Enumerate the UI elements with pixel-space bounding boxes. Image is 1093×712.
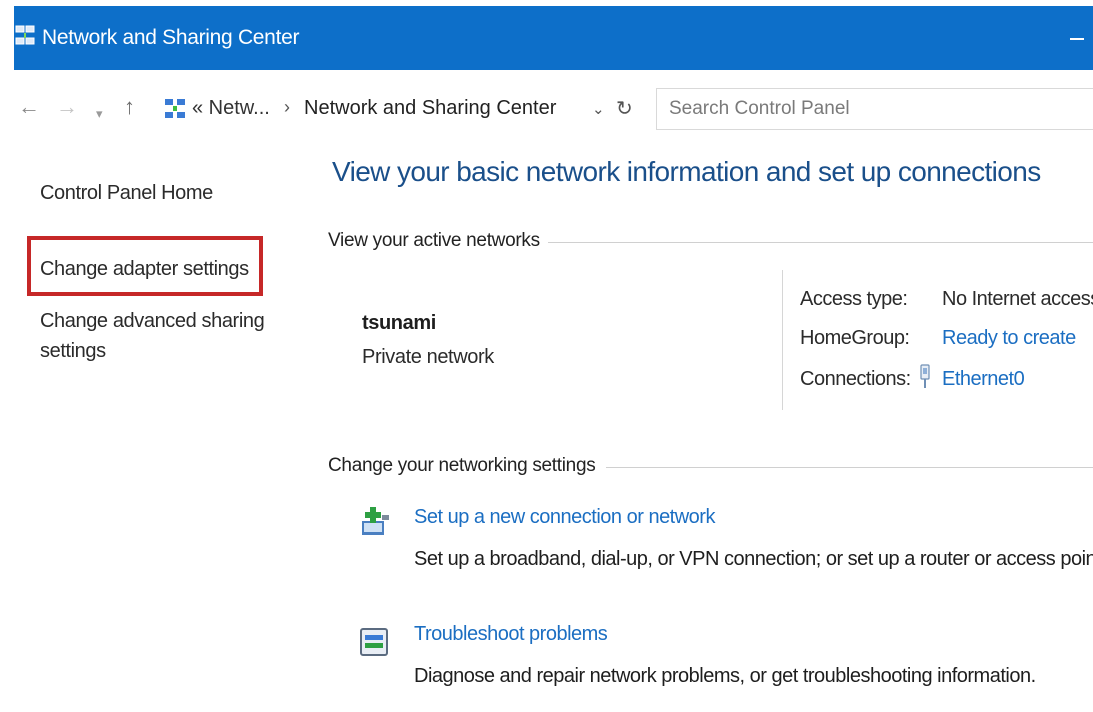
connections-label: Connections: [800, 368, 911, 390]
troubleshoot-problems-link[interactable]: Troubleshoot problems [414, 623, 608, 646]
network-name: tsunami [362, 312, 436, 334]
network-type: Private network [362, 346, 494, 368]
window-title: Network and Sharing Center [42, 26, 300, 49]
troubleshoot-problems-description: Diagnose and repair network problems, or… [414, 665, 1036, 687]
change-advanced-sharing-settings-link[interactable]: Change advanced sharing settings [40, 306, 265, 366]
active-networks-label: View your active networks [328, 230, 548, 252]
control-panel-home-link[interactable]: Control Panel Home [40, 178, 213, 208]
new-connection-icon [362, 507, 389, 535]
address-dropdown-button[interactable]: ⌄ [592, 100, 605, 118]
troubleshoot-icon [360, 628, 388, 656]
network-icon [15, 25, 35, 45]
vertical-divider [782, 270, 783, 410]
change-settings-label: Change your networking settings [328, 455, 604, 477]
title-bar: Network and Sharing Center [14, 6, 1093, 70]
breadcrumb-separator[interactable]: › [284, 97, 290, 118]
forward-button[interactable]: → [56, 93, 78, 121]
homegroup-link[interactable]: Ready to create [942, 327, 1076, 350]
ethernet-connection-link[interactable]: Ethernet0 [942, 368, 1025, 391]
homegroup-label: HomeGroup: [800, 327, 910, 349]
refresh-button[interactable]: ↻ [616, 96, 633, 121]
access-type-value: No Internet access [942, 288, 1093, 310]
section-divider [606, 467, 1093, 468]
breadcrumb-current[interactable]: Network and Sharing Center [304, 97, 556, 120]
section-divider [545, 242, 1093, 243]
setup-new-connection-link[interactable]: Set up a new connection or network [414, 506, 715, 529]
up-button[interactable]: ↑ [124, 93, 135, 121]
breadcrumb-parent[interactable]: « Netw... [192, 97, 270, 120]
change-adapter-settings-link[interactable]: Change adapter settings [40, 254, 249, 284]
ethernet-icon [920, 364, 930, 388]
access-type-label: Access type: [800, 288, 908, 310]
search-box[interactable] [656, 88, 1093, 130]
setup-new-connection-description: Set up a broadband, dial-up, or VPN conn… [414, 548, 1093, 570]
sharing-link-line1: Change advanced sharing [40, 310, 265, 332]
back-button[interactable]: ← [18, 93, 40, 121]
page-heading: View your basic network information and … [332, 156, 1041, 187]
recent-locations-button[interactable]: ▾ [96, 100, 103, 128]
minimize-button[interactable] [1067, 26, 1087, 46]
sharing-link-line2: settings [40, 340, 106, 362]
network-icon [165, 99, 185, 118]
address-bar[interactable]: « Netw... › Network and Sharing Center ⌄… [155, 90, 641, 126]
search-input[interactable] [657, 89, 1093, 129]
navigation-bar: ← → ▾ ↑ « Netw... › Network and Sharing … [0, 78, 1093, 138]
left-navigation-pane: Control Panel Home Change adapter settin… [0, 150, 300, 712]
